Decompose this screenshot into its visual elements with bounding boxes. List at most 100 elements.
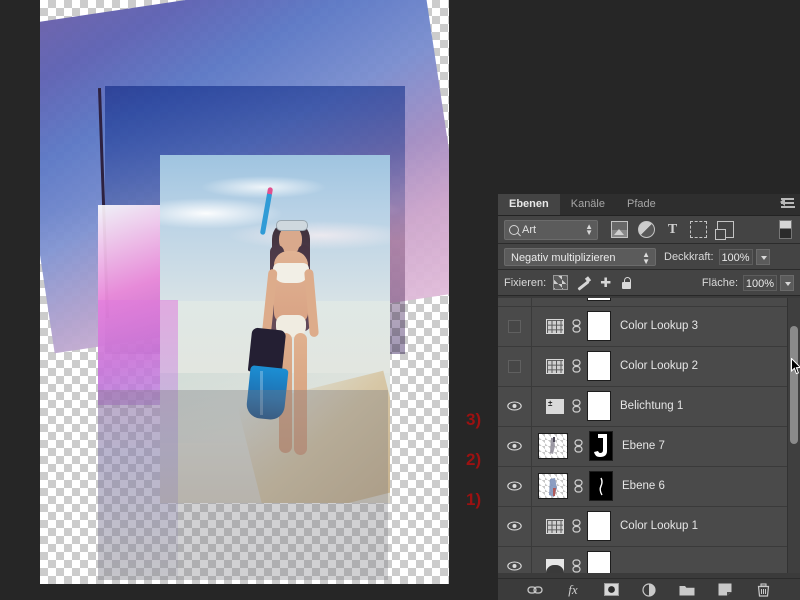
layer-mask-thumbnail[interactable] [587,298,611,301]
layer-thumbnail-cell[interactable] [532,471,613,501]
layer-thumbnail-cell[interactable] [532,311,611,341]
new-layer-button[interactable] [717,582,733,597]
layer-thumbnail-cell[interactable] [532,551,611,573]
opacity-input[interactable]: 100% [718,248,753,265]
gradient-map-icon [544,555,566,573]
eye-icon [507,561,522,571]
shape-layer-filter-icon[interactable] [690,221,707,238]
chevron-updown-icon: ▲ ▼ [642,249,650,266]
layer-visibility-toggle[interactable] [498,306,532,346]
lock-row: Fixieren: ✚ Fläche: 100% [498,270,800,296]
layers-scrollbar-thumb[interactable] [790,326,798,444]
opacity-label: Deckkraft: [664,250,714,263]
layer-mask-thumbnail[interactable] [587,311,611,341]
tab-pfade[interactable]: Pfade [616,194,667,215]
layer-visibility-toggle[interactable] [498,506,532,546]
new-adjustment-layer-button[interactable] [641,582,657,597]
annotation-2: 2) [466,450,482,469]
opacity-dropdown-icon[interactable] [755,248,770,265]
table-row[interactable]: Color Lookup 2 [498,346,788,387]
link-icon[interactable] [571,519,582,533]
eye-icon [507,481,522,491]
panel-menu-arrow-icon [780,198,785,206]
layer-name: Ebene 6 [622,480,665,492]
layer-thumbnail-cell[interactable] [532,511,611,541]
layers-panel: Ebenen Kanäle Pfade Art ▲ ▼ T Negativ mu… [498,194,800,600]
table-row[interactable]: Ebene 6 [498,466,788,507]
table-row[interactable]: Color Lookup 1 [498,506,788,547]
blend-mode-select[interactable]: Negativ multiplizieren ▲ ▼ [504,247,656,266]
fill-input[interactable]: 100% [743,274,777,291]
panel-menu-icon[interactable] [780,198,795,210]
layer-filter-row: Art ▲ ▼ T [498,216,800,244]
link-icon[interactable] [573,479,584,493]
filter-toggle-icon[interactable] [779,220,792,239]
document-canvas[interactable] [40,0,449,584]
exposure-icon: ± [544,395,566,417]
adjustment-layer-filter-icon[interactable] [638,221,655,238]
delete-layer-button[interactable] [755,582,771,597]
layer-style-fx-button[interactable]: fx [565,582,581,597]
layer-name: Color Lookup 1 [620,520,698,532]
pixel-layer-filter-icon[interactable] [611,221,628,238]
canvas-layer-gray-overlay [98,390,388,580]
annotation-3: 3) [466,410,482,429]
eye-hidden-icon [508,359,521,373]
layer-visibility-toggle[interactable] [498,466,532,506]
layer-thumbnail-cell[interactable]: ± [532,391,611,421]
layer-mask-thumbnail[interactable] [589,471,613,501]
layer-mask-thumbnail[interactable] [589,431,613,461]
lock-image-pixels-icon[interactable] [577,276,590,289]
pixel-thumbnail-icon [538,433,568,459]
link-icon[interactable] [571,399,582,413]
add-layer-mask-button[interactable] [603,582,619,597]
layer-mask-thumbnail[interactable] [587,551,611,573]
new-group-button[interactable] [679,582,695,597]
table-row[interactable]: Ebene 7 [498,426,788,467]
tab-ebenen[interactable]: Ebenen [498,194,560,215]
lock-transparency-icon[interactable] [553,275,569,290]
link-icon[interactable] [573,439,584,453]
link-icon[interactable] [571,359,582,373]
table-row[interactable] [498,546,788,573]
layer-mask-thumbnail[interactable] [587,511,611,541]
eye-icon [507,521,522,531]
layer-thumbnail-cell[interactable] [532,351,611,381]
color-lookup-icon [544,355,566,377]
smart-object-filter-icon[interactable] [715,221,734,240]
layer-list[interactable]: Color Lookup 3 Color Lookup 2 ± Belichtu… [498,298,800,573]
table-row[interactable]: Color Lookup 3 [498,306,788,347]
layers-scrollbar[interactable] [787,298,800,573]
lock-icon-group: ✚ [553,275,632,290]
table-row[interactable]: ± Belichtung 1 [498,386,788,427]
filter-kind-select[interactable]: Art ▲ ▼ [504,219,598,240]
layer-visibility-toggle[interactable] [498,546,532,573]
photoshop-window: 3) 2) 1) Ebenen Kanäle Pfade Art ▲ ▼ T N… [0,0,800,600]
eye-icon [507,401,522,411]
link-icon[interactable] [571,559,582,573]
layers-panel-toolbar: fx [498,578,800,600]
layer-mask-thumbnail[interactable] [587,351,611,381]
canvas-area[interactable] [0,0,498,600]
layer-name: Belichtung 1 [620,400,684,412]
fill-dropdown-icon[interactable] [780,274,794,291]
blend-mode-row: Negativ multiplizieren ▲ ▼ Deckkraft: 100… [498,244,800,270]
layer-visibility-toggle[interactable] [498,346,532,386]
color-lookup-icon [544,515,566,537]
layer-visibility-toggle[interactable] [498,298,532,306]
panel-tab-bar: Ebenen Kanäle Pfade [498,194,800,216]
link-layers-button[interactable] [527,582,543,597]
type-layer-filter-icon[interactable]: T [665,222,680,237]
layer-visibility-toggle[interactable] [498,386,532,426]
lock-all-icon[interactable] [621,276,632,289]
canvas-figure-torso [274,251,308,323]
filter-icon-group: T [611,221,734,240]
link-icon[interactable] [571,319,582,333]
annotation-1: 1) [466,490,482,509]
layer-thumbnail-cell[interactable] [532,431,613,461]
lock-position-icon[interactable]: ✚ [599,276,612,289]
tab-kanaele[interactable]: Kanäle [560,194,616,215]
layer-mask-thumbnail[interactable] [587,391,611,421]
layer-thumbnail-cell[interactable] [532,298,611,301]
layer-visibility-toggle[interactable] [498,426,532,466]
